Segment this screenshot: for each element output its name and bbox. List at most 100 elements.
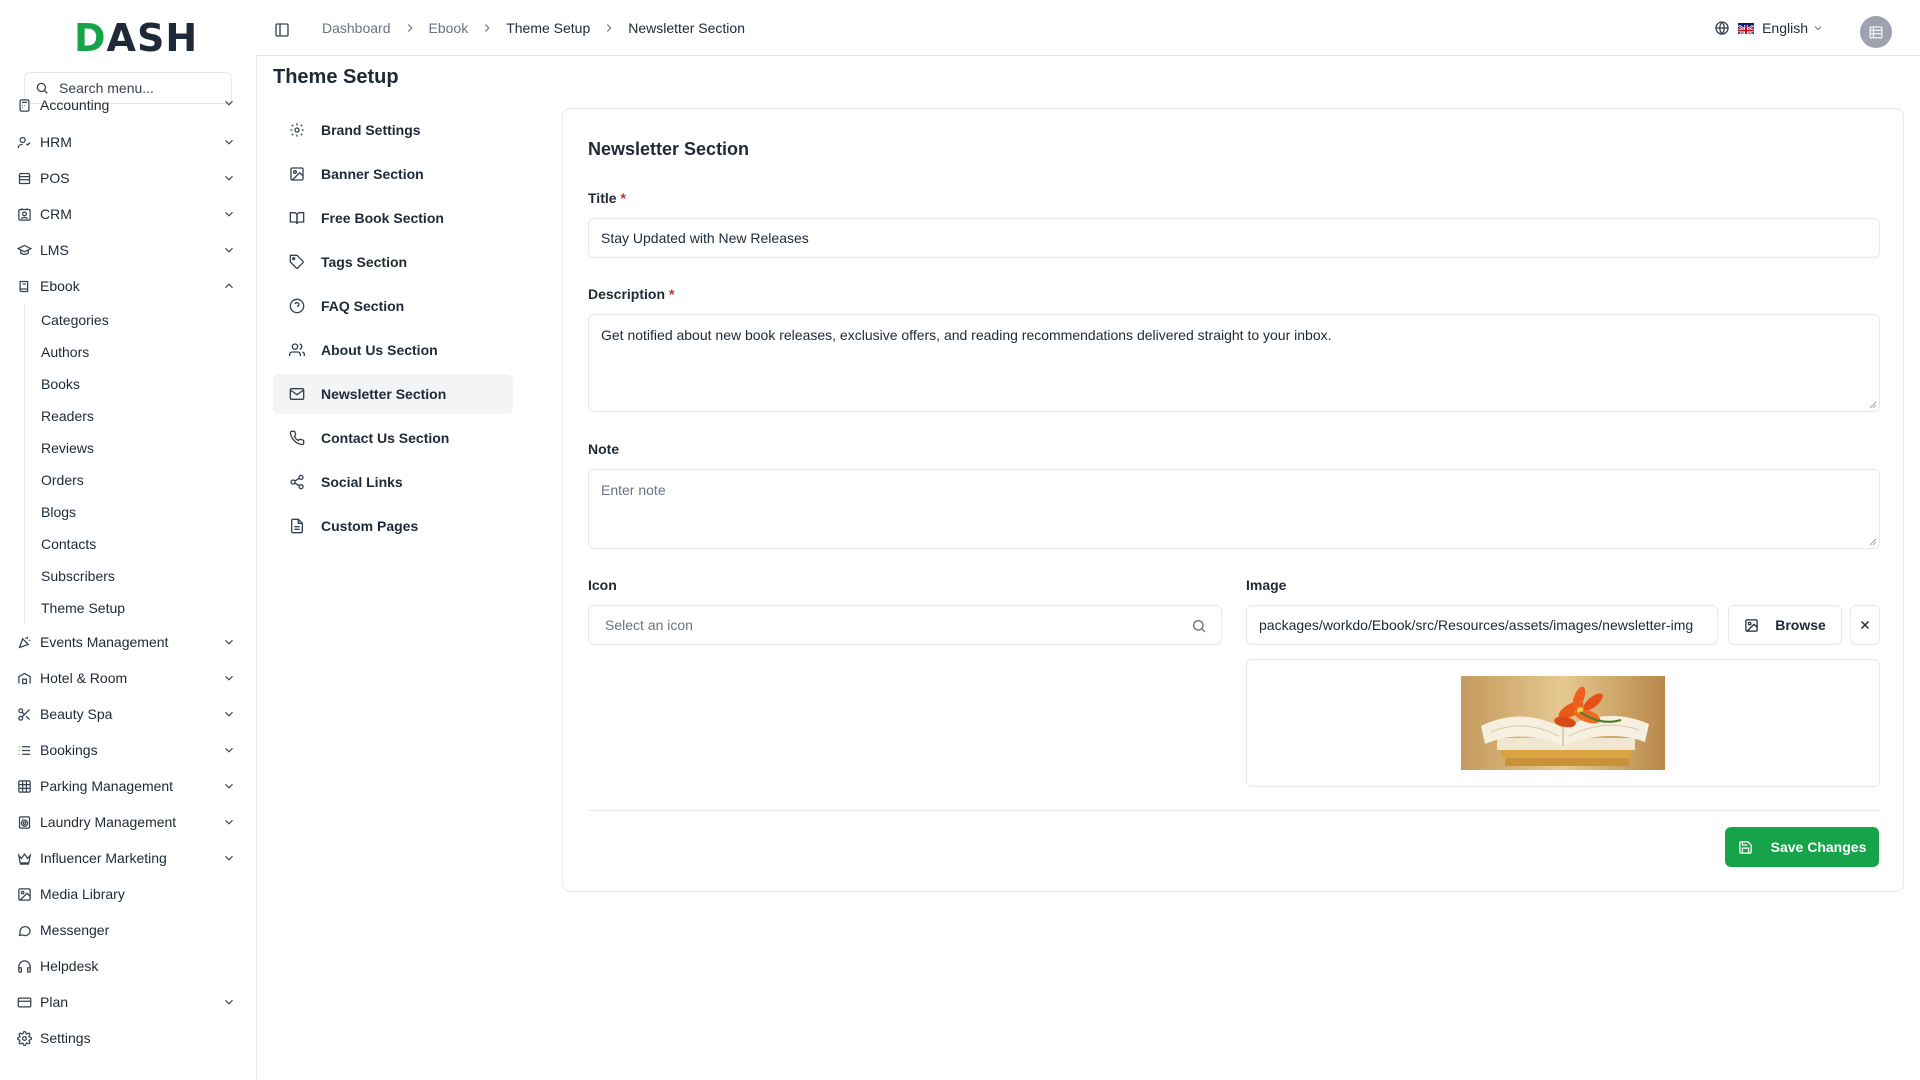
description-textarea[interactable]: Get notified about new book releases, ex… xyxy=(588,314,1880,412)
icon-select[interactable]: Select an icon xyxy=(588,605,1222,645)
breadcrumb-dashboard[interactable]: Dashboard xyxy=(322,20,391,36)
setup-item-label: Brand Settings xyxy=(321,122,421,138)
sidebar-item-label: Messenger xyxy=(40,922,110,938)
avatar[interactable] xyxy=(1860,16,1892,48)
uk-flag-icon xyxy=(1738,22,1755,34)
sidebar-item-label: HRM xyxy=(40,134,72,150)
sidebar-item-accounting[interactable]: Accounting xyxy=(12,97,244,116)
chevron-down-icon xyxy=(225,855,233,861)
washing-machine-icon xyxy=(16,814,32,830)
tag-icon xyxy=(289,254,304,269)
submenu-item-readers[interactable]: Readers xyxy=(41,400,244,432)
ebook-submenu: Categories Authors Books Readers Reviews… xyxy=(24,304,244,624)
note-label: Note xyxy=(588,441,620,457)
sidebar-item-media-library[interactable]: Media Library xyxy=(12,876,244,912)
icon-label: Icon xyxy=(588,577,617,593)
setup-item-faq-section[interactable]: FAQ Section xyxy=(273,286,513,326)
image-icon xyxy=(1745,618,1758,632)
chevron-right-icon xyxy=(607,24,612,32)
submenu-item-categories[interactable]: Categories xyxy=(41,304,244,336)
resize-handle-icon[interactable] xyxy=(1869,401,1877,409)
share-icon xyxy=(290,474,304,490)
submenu-item-contacts[interactable]: Contacts xyxy=(41,528,244,560)
required-mark: * xyxy=(669,286,675,302)
sidebar-item-hotel-room[interactable]: Hotel & Room xyxy=(12,660,244,696)
resize-handle-icon[interactable] xyxy=(1869,538,1877,546)
sidebar-item-label: Ebook xyxy=(40,278,80,294)
submenu-item-books[interactable]: Books xyxy=(41,368,244,400)
sidebar-item-laundry-management[interactable]: Laundry Management xyxy=(12,804,244,840)
logo[interactable]: DASH xyxy=(74,18,198,58)
setup-item-contact-us-section[interactable]: Contact Us Section xyxy=(273,418,513,458)
sidebar-item-helpdesk[interactable]: Helpdesk xyxy=(12,948,244,984)
sidebar-item-plan[interactable]: Plan xyxy=(12,984,244,1020)
chevron-up-icon xyxy=(225,283,233,289)
image-path-value: packages/workdo/Ebook/src/Resources/asse… xyxy=(1259,617,1694,633)
setup-item-newsletter-section[interactable]: Newsletter Section xyxy=(273,374,513,414)
search-placeholder: Search menu... xyxy=(59,80,154,96)
help-circle-icon xyxy=(289,298,305,314)
setup-item-label: Contact Us Section xyxy=(321,430,450,446)
sidebar-item-hrm[interactable]: HRM xyxy=(12,124,244,160)
setup-item-brand-settings[interactable]: Brand Settings xyxy=(273,110,513,150)
chevron-right-icon xyxy=(485,24,490,32)
sidebar-item-lms[interactable]: LMS xyxy=(12,232,244,268)
clear-image-button[interactable] xyxy=(1850,605,1880,645)
chevron-down-icon xyxy=(225,783,233,789)
submenu-item-orders[interactable]: Orders xyxy=(41,464,244,496)
browse-button[interactable]: Browse xyxy=(1728,605,1842,645)
setup-item-social-links[interactable]: Social Links xyxy=(273,462,513,502)
submenu-item-authors[interactable]: Authors xyxy=(41,336,244,368)
users-icon xyxy=(16,134,32,150)
sidebar-item-crm[interactable]: CRM xyxy=(12,196,244,232)
setup-item-custom-pages[interactable]: Custom Pages xyxy=(273,506,513,546)
breadcrumb-ebook[interactable]: Ebook xyxy=(429,20,469,36)
submenu-item-theme-setup[interactable]: Theme Setup xyxy=(41,592,244,624)
open-book-icon xyxy=(289,212,305,225)
note-textarea[interactable]: Enter note xyxy=(588,469,1880,549)
required-mark: * xyxy=(620,190,626,206)
title-input[interactable]: Stay Updated with New Releases xyxy=(588,218,1880,258)
sidebar-item-label: Media Library xyxy=(40,886,125,902)
submenu-item-subscribers[interactable]: Subscribers xyxy=(41,560,244,592)
chevron-down-icon xyxy=(225,100,233,106)
language-selector[interactable]: English xyxy=(1714,0,1824,56)
setup-item-label: Tags Section xyxy=(321,254,408,270)
sidebar-item-beauty-spa[interactable]: Beauty Spa xyxy=(12,696,244,732)
submenu-item-blogs[interactable]: Blogs xyxy=(41,496,244,528)
sidebar-item-bookings[interactable]: Bookings xyxy=(12,732,244,768)
sidebar-toggle-icon[interactable] xyxy=(274,22,290,38)
theme-setup-menu: Brand Settings Banner Section Free Book … xyxy=(273,110,513,550)
submenu-item-reviews[interactable]: Reviews xyxy=(41,432,244,464)
image-path-input[interactable]: packages/workdo/Ebook/src/Resources/asse… xyxy=(1246,605,1718,645)
save-changes-button[interactable]: Save Changes xyxy=(1725,827,1879,867)
setup-item-free-book-section[interactable]: Free Book Section xyxy=(273,198,513,238)
grid-icon xyxy=(16,778,32,794)
breadcrumb-theme-setup[interactable]: Theme Setup xyxy=(506,20,590,36)
setup-item-banner-section[interactable]: Banner Section xyxy=(273,154,513,194)
graduation-cap-icon xyxy=(16,242,32,258)
newsletter-image xyxy=(1461,676,1665,770)
sidebar-item-label: Parking Management xyxy=(40,778,174,794)
sidebar-item-settings[interactable]: Settings xyxy=(12,1020,244,1056)
setup-item-tags-section[interactable]: Tags Section xyxy=(273,242,513,282)
headphones-icon xyxy=(16,958,32,974)
contact-icon xyxy=(16,206,32,222)
sidebar-item-label: Laundry Management xyxy=(40,814,177,830)
sidebar-item-label: Plan xyxy=(40,994,69,1010)
sidebar-item-ebook[interactable]: Ebook xyxy=(12,268,244,304)
file-text-icon xyxy=(291,518,303,534)
sidebar-item-influencer-marketing[interactable]: Influencer Marketing xyxy=(12,840,244,876)
setup-item-label: FAQ Section xyxy=(321,298,405,314)
sidebar-item-pos[interactable]: POS xyxy=(12,160,244,196)
chevron-right-icon xyxy=(407,24,413,32)
sidebar-item-messenger[interactable]: Messenger xyxy=(12,912,244,948)
sidebar-item-label: Influencer Marketing xyxy=(40,850,167,866)
sidebar-item-events-management[interactable]: Events Management xyxy=(12,624,244,660)
store-icon xyxy=(16,170,32,186)
setup-item-about-us-section[interactable]: About Us Section xyxy=(273,330,513,370)
message-icon xyxy=(16,922,32,938)
sidebar-item-label: Settings xyxy=(40,1030,91,1046)
sidebar-item-parking-management[interactable]: Parking Management xyxy=(12,768,244,804)
credit-card-icon xyxy=(16,994,32,1010)
